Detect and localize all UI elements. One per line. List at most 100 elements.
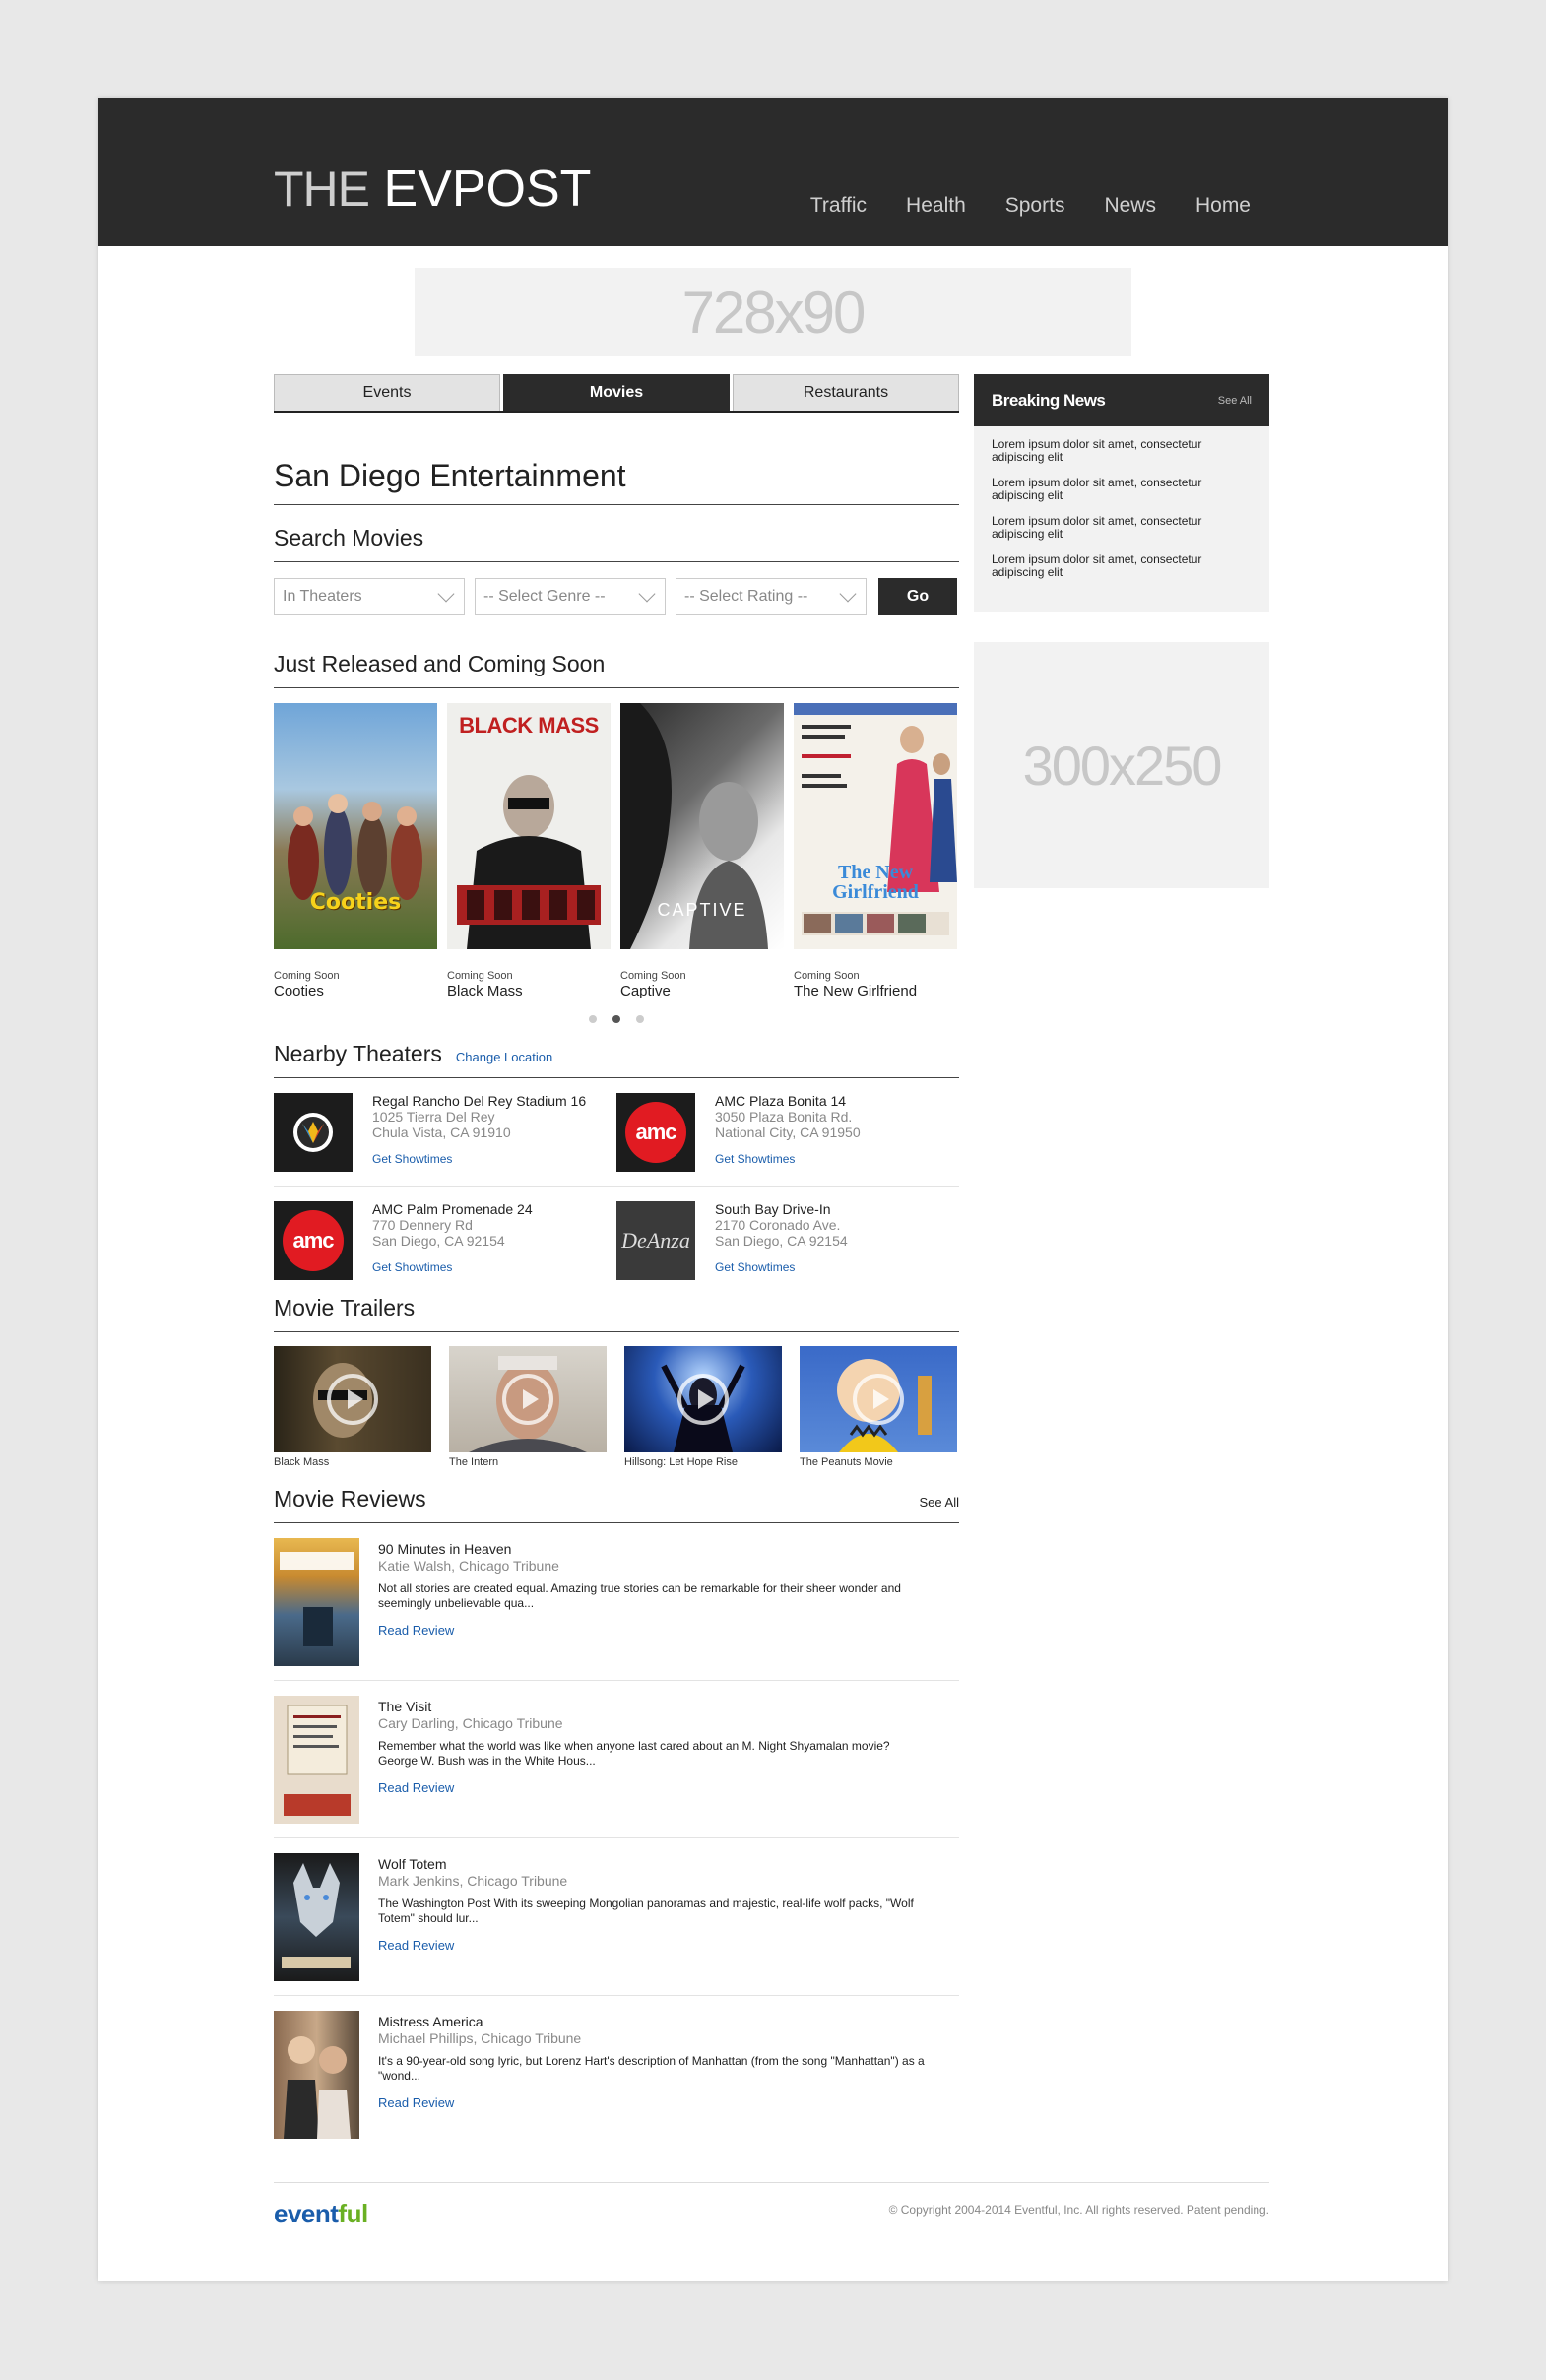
tab-restaurants[interactable]: Restaurants (733, 374, 959, 411)
site-header: THE EVPOST Traffic Health Sports News Ho… (98, 98, 1448, 246)
review-poster-the-visit[interactable] (274, 1696, 359, 1824)
review-poster-90-minutes[interactable] (274, 1538, 359, 1666)
nav-health[interactable]: Health (906, 194, 966, 218)
change-location-link[interactable]: Change Location (456, 1050, 552, 1064)
movie-reviews-title: Movie Reviews (274, 1486, 426, 1512)
tab-movies[interactable]: Movies (503, 374, 730, 411)
review-title[interactable]: 90 Minutes in Heaven (378, 1541, 930, 1557)
play-icon[interactable] (327, 1374, 378, 1425)
site-logo[interactable]: THE EVPOST (274, 160, 591, 219)
review-poster-mistress-america[interactable] (274, 2011, 359, 2139)
main-content: Events Movies Restaurants San Diego Ente… (274, 374, 959, 2154)
get-showtimes-link[interactable]: Get Showtimes (715, 1259, 848, 1275)
trailer-title[interactable]: Hillsong: Let Hope Rise (624, 1456, 782, 1468)
nav-home[interactable]: Home (1195, 194, 1251, 218)
deanza-logo-text: DeAnza (621, 1228, 690, 1253)
theater-name[interactable]: South Bay Drive-In (715, 1201, 848, 1217)
review-title[interactable]: Wolf Totem (378, 1856, 930, 1872)
go-button[interactable]: Go (878, 578, 957, 615)
category-tabs: Events Movies Restaurants (274, 374, 959, 413)
get-showtimes-link[interactable]: Get Showtimes (372, 1259, 533, 1275)
poster-title[interactable]: Captive (620, 983, 784, 999)
poster-image-black-mass[interactable]: BLACK MASS (447, 703, 611, 949)
poster-image-cooties[interactable]: Cooties (274, 703, 437, 949)
showing-select[interactable]: In Theaters (274, 578, 465, 615)
trailer-title[interactable]: The Intern (449, 1456, 607, 1468)
news-item[interactable]: Lorem ipsum dolor sit amet, consectetur … (992, 515, 1252, 541)
genre-select[interactable]: -- Select Genre -- (475, 578, 666, 615)
play-icon[interactable] (853, 1374, 904, 1425)
get-showtimes-link[interactable]: Get Showtimes (715, 1151, 861, 1167)
read-review-link[interactable]: Read Review (378, 2095, 930, 2110)
theater-name[interactable]: Regal Rancho Del Rey Stadium 16 (372, 1093, 586, 1109)
nav-sports[interactable]: Sports (1005, 194, 1065, 218)
theater-name[interactable]: AMC Plaza Bonita 14 (715, 1093, 861, 1109)
trailer-item[interactable]: Hillsong: Let Hope Rise (624, 1346, 782, 1468)
chevron-down-icon (839, 585, 857, 603)
breaking-news-list: Lorem ipsum dolor sit amet, consectetur … (974, 426, 1269, 612)
review-poster-art (282, 1863, 351, 1968)
trailer-thumb-the-intern[interactable] (449, 1346, 607, 1452)
search-movies-heading: Search Movies (274, 525, 959, 562)
poster-card[interactable]: BLACK MASS Coming Soon Black Mass (447, 703, 611, 999)
get-showtimes-link[interactable]: Get Showtimes (372, 1151, 586, 1167)
carousel-dot-active[interactable] (612, 1015, 620, 1023)
eventful-logo-part-a: event (274, 2199, 339, 2228)
ad-banner-side[interactable]: 300x250 (974, 642, 1269, 888)
poster-title[interactable]: Black Mass (447, 983, 611, 999)
play-icon[interactable] (502, 1374, 553, 1425)
nav-traffic[interactable]: Traffic (810, 194, 867, 218)
review-author: Cary Darling, Chicago Tribune (378, 1715, 563, 1731)
trailer-title[interactable]: Black Mass (274, 1456, 431, 1468)
poster-title[interactable]: Cooties (274, 983, 437, 999)
carousel-dot[interactable] (636, 1015, 644, 1023)
poster-card[interactable]: The New Girlfriend Coming Soon The New G… (794, 703, 957, 999)
news-item[interactable]: Lorem ipsum dolor sit amet, consectetur … (992, 438, 1252, 464)
logo-thin-text: THE (274, 161, 370, 217)
review-author: Katie Walsh, Chicago Tribune (378, 1558, 559, 1574)
trailer-item[interactable]: The Peanuts Movie (800, 1346, 957, 1468)
review-title[interactable]: Mistress America (378, 2014, 930, 2029)
breaking-news-see-all-link[interactable]: See All (1218, 395, 1252, 407)
theater-name[interactable]: AMC Palm Promenade 24 (372, 1201, 533, 1217)
poster-art (457, 775, 601, 949)
read-review-link[interactable]: Read Review (378, 1938, 930, 1953)
news-item[interactable]: Lorem ipsum dolor sit amet, consectetur … (992, 477, 1252, 502)
regal-logo-icon[interactable] (274, 1093, 353, 1172)
poster-title[interactable]: The New Girlfriend (794, 983, 957, 999)
play-icon[interactable] (677, 1374, 729, 1425)
review-author: Mark Jenkins, Chicago Tribune (378, 1873, 568, 1889)
trailer-item[interactable]: The Intern (449, 1346, 607, 1468)
eventful-logo[interactable]: eventful (274, 2199, 368, 2229)
deanza-logo-icon[interactable]: DeAnza (616, 1201, 695, 1280)
trailer-thumb-black-mass[interactable] (274, 1346, 431, 1452)
amc-logo-icon[interactable]: amc (274, 1201, 353, 1280)
reviews-see-all-link[interactable]: See All (920, 1495, 959, 1510)
ad-banner-top[interactable]: 728x90 (415, 268, 1131, 356)
theater-city: National City, CA 91950 (715, 1125, 861, 1140)
tab-events[interactable]: Events (274, 374, 500, 411)
poster-card[interactable]: Cooties Coming Soon Cooties (274, 703, 437, 999)
news-item[interactable]: Lorem ipsum dolor sit amet, consectetur … (992, 553, 1252, 579)
trailer-item[interactable]: Black Mass (274, 1346, 431, 1468)
trailer-title[interactable]: The Peanuts Movie (800, 1456, 957, 1468)
trailer-thumb-peanuts[interactable] (800, 1346, 957, 1452)
main-nav: Traffic Health Sports News Home (810, 194, 1251, 218)
amc-logo-icon[interactable]: amc (616, 1093, 695, 1172)
regal-crown-icon (293, 1113, 333, 1152)
carousel-dot[interactable] (589, 1015, 597, 1023)
poster-card[interactable]: CAPTIVE Coming Soon Captive (620, 703, 784, 999)
read-review-link[interactable]: Read Review (378, 1623, 930, 1638)
poster-title-text: Cooties (309, 890, 402, 915)
review-poster-art (280, 1552, 354, 1646)
rating-select[interactable]: -- Select Rating -- (676, 578, 867, 615)
eventful-logo-part-b: ful (338, 2199, 368, 2228)
read-review-link[interactable]: Read Review (378, 1780, 930, 1795)
nav-news[interactable]: News (1104, 194, 1156, 218)
poster-image-captive[interactable]: CAPTIVE (620, 703, 784, 949)
poster-image-new-girlfriend[interactable]: The New Girlfriend (794, 703, 957, 949)
review-poster-wolf-totem[interactable] (274, 1853, 359, 1981)
review-item: The Visit Cary Darling, Chicago Tribune … (274, 1681, 959, 1838)
review-title[interactable]: The Visit (378, 1699, 930, 1714)
trailer-thumb-hillsong[interactable] (624, 1346, 782, 1452)
